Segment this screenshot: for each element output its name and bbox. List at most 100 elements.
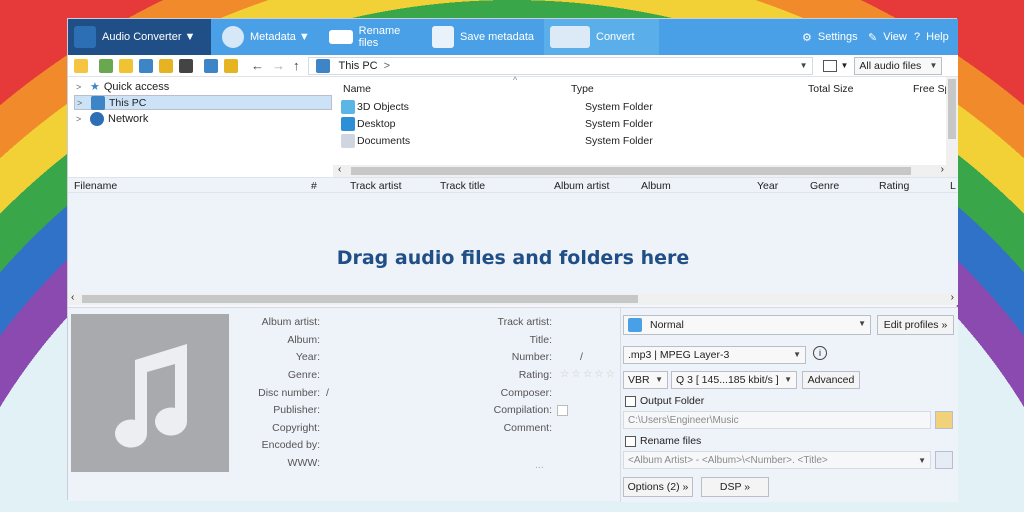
up-icon[interactable]: ↑ bbox=[293, 58, 300, 73]
scrollbar-thumb[interactable] bbox=[351, 167, 911, 175]
settings-icon: ⚙ bbox=[802, 31, 812, 44]
help-button[interactable]: ? Help bbox=[908, 19, 958, 55]
tree-item-this-pc[interactable]: > This PC bbox=[74, 95, 332, 110]
scroll-right-icon[interactable]: › bbox=[941, 164, 944, 175]
scroll-left-icon[interactable]: ‹ bbox=[71, 292, 74, 303]
col-album[interactable]: Album bbox=[641, 180, 671, 192]
scroll-right-icon[interactable]: › bbox=[951, 292, 954, 303]
rename-files-label: Rename files bbox=[640, 435, 702, 447]
track-list-scrollbar[interactable]: ‹ › bbox=[68, 292, 958, 305]
add-files-icon[interactable] bbox=[99, 58, 113, 73]
edit-profiles-button[interactable]: Edit profiles » bbox=[877, 315, 954, 335]
scroll-left-icon[interactable]: ‹ bbox=[338, 164, 341, 175]
col-genre[interactable]: Genre bbox=[810, 180, 839, 192]
header-name[interactable]: Name bbox=[343, 83, 371, 95]
audio-converter-menu[interactable]: Audio Converter ▼ bbox=[68, 19, 211, 55]
this-pc-icon bbox=[315, 58, 330, 73]
brush-icon[interactable] bbox=[159, 58, 173, 73]
rename-pattern-value: <Album Artist> - <Album>\<Number>. <Titl… bbox=[628, 454, 828, 466]
file-filter-select[interactable]: All audio files ▼ bbox=[854, 56, 943, 75]
field-title-label: Title: bbox=[529, 334, 552, 346]
disc-separator: / bbox=[326, 387, 329, 399]
app-window: Audio Converter ▼ Metadata ▼ Rename file… bbox=[67, 18, 958, 502]
scrollbar-thumb[interactable] bbox=[948, 79, 956, 139]
profile-select[interactable]: Normal ▼ bbox=[623, 315, 871, 335]
more-fields-ellipsis[interactable]: ... bbox=[535, 459, 544, 471]
col-rating[interactable]: Rating bbox=[879, 180, 909, 192]
col-album-artist[interactable]: Album artist bbox=[554, 180, 609, 192]
browse-folder-icon[interactable] bbox=[935, 411, 953, 429]
col-filename[interactable]: Filename bbox=[74, 180, 117, 192]
home-icon[interactable] bbox=[74, 58, 88, 73]
col-year[interactable]: Year bbox=[757, 180, 778, 192]
tag-file-icon[interactable] bbox=[224, 58, 238, 73]
compilation-checkbox[interactable] bbox=[557, 405, 568, 416]
metadata-menu[interactable]: Metadata ▼ bbox=[216, 19, 318, 55]
advanced-button[interactable]: Advanced bbox=[802, 371, 860, 389]
bitrate-mode-select[interactable]: VBR ▼ bbox=[623, 371, 668, 389]
format-select[interactable]: .mp3 | MPEG Layer-3 ▼ bbox=[623, 346, 806, 364]
metadata-label: Metadata ▼ bbox=[250, 31, 310, 43]
header-free-space[interactable]: Free Sp bbox=[913, 83, 950, 95]
col-number[interactable]: # bbox=[311, 180, 317, 192]
path-dropdown-icon[interactable]: ▼ bbox=[800, 61, 808, 70]
field-rating-label: Rating: bbox=[518, 369, 552, 381]
rename-pattern-input[interactable]: <Album Artist> - <Album>\<Number>. <Titl… bbox=[623, 451, 931, 469]
check-icon[interactable] bbox=[139, 58, 153, 73]
rename-files-checkbox[interactable] bbox=[625, 436, 636, 447]
output-folder-path[interactable]: C:\Users\Engineer\Music bbox=[623, 411, 931, 429]
expand-icon[interactable]: > bbox=[76, 114, 86, 124]
scrollbar-thumb[interactable] bbox=[82, 295, 638, 303]
quality-value: Q 3 [ 145...185 kbit/s ] bbox=[676, 374, 779, 386]
output-folder-checkbox[interactable] bbox=[625, 396, 636, 407]
chevron-down-icon: ▼ bbox=[655, 375, 663, 384]
view-button[interactable]: ✎ View bbox=[862, 19, 907, 55]
rename-files-label: Rename files bbox=[358, 25, 401, 49]
vertical-scrollbar[interactable] bbox=[946, 77, 958, 165]
pattern-editor-icon[interactable] bbox=[935, 451, 953, 469]
header-type[interactable]: Type bbox=[571, 83, 594, 95]
bitrate-mode-value: VBR bbox=[628, 374, 650, 386]
field-publisher-label: Publisher: bbox=[273, 404, 320, 416]
field-album-label: Album: bbox=[287, 334, 320, 346]
tag-editor-panel: Album artist: Album: Year: Genre: Disc n… bbox=[68, 307, 958, 502]
album-art[interactable] bbox=[71, 314, 229, 472]
field-number-label: Number: bbox=[511, 351, 552, 363]
network-icon bbox=[90, 111, 104, 126]
forward-icon[interactable]: → bbox=[272, 58, 285, 73]
computer-icon[interactable] bbox=[204, 58, 218, 73]
quality-select[interactable]: Q 3 [ 145...185 kbit/s ] ▼ bbox=[671, 371, 797, 389]
audio-converter-label: Audio Converter ▼ bbox=[102, 31, 196, 43]
path-box[interactable]: This PC > ▼ bbox=[307, 56, 813, 75]
back-icon[interactable]: ← bbox=[251, 58, 264, 73]
tag-fields: Album artist: Album: Year: Genre: Disc n… bbox=[230, 308, 618, 502]
horizontal-scrollbar[interactable]: ‹ › bbox=[333, 164, 958, 177]
col-track-artist[interactable]: Track artist bbox=[350, 180, 402, 192]
settings-button[interactable]: ⚙ Settings bbox=[796, 19, 858, 55]
header-total-size[interactable]: Total Size bbox=[808, 83, 854, 95]
expand-icon[interactable]: > bbox=[76, 82, 86, 92]
rating-stars[interactable]: ☆☆☆☆☆ bbox=[560, 368, 617, 380]
output-folder-value: C:\Users\Engineer\Music bbox=[628, 414, 739, 426]
view-mode-dropdown-icon[interactable]: ▼ bbox=[841, 61, 849, 70]
col-l[interactable]: L bbox=[950, 180, 956, 192]
options-button[interactable]: Options (2) » bbox=[623, 477, 693, 497]
drop-zone[interactable]: Drag audio files and folders here bbox=[68, 193, 958, 293]
track-list-header: Filename # Track artist Track title Albu… bbox=[68, 177, 958, 193]
file-row[interactable]: Desktop System Folder bbox=[341, 116, 653, 132]
col-track-title[interactable]: Track title bbox=[440, 180, 485, 192]
view-mode-icon[interactable] bbox=[822, 59, 837, 72]
playlist-icon[interactable] bbox=[179, 58, 193, 73]
dsp-button[interactable]: DSP » bbox=[701, 477, 769, 497]
file-row[interactable]: 3D Objects System Folder bbox=[341, 99, 653, 115]
convert-button[interactable]: Convert bbox=[544, 19, 659, 55]
file-row[interactable]: Documents System Folder bbox=[341, 133, 653, 149]
add-folder-icon[interactable] bbox=[119, 58, 133, 73]
rename-files-button[interactable]: Rename files bbox=[323, 19, 423, 55]
tree-item-network[interactable]: > Network bbox=[74, 111, 332, 126]
computer-icon bbox=[91, 95, 105, 110]
info-icon[interactable]: i bbox=[813, 346, 827, 360]
save-metadata-button[interactable]: Save metadata bbox=[426, 19, 541, 55]
tree-item-quick-access[interactable]: > ★ Quick access bbox=[74, 79, 332, 94]
expand-icon[interactable]: > bbox=[77, 98, 87, 108]
